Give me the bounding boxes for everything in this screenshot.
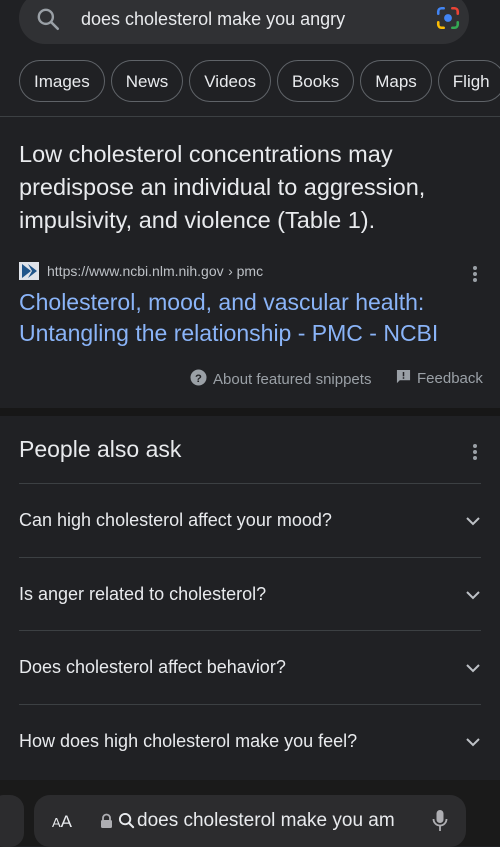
section-separator <box>0 408 500 416</box>
svg-text:?: ? <box>195 373 202 385</box>
question-text: Does cholesterol affect behavior? <box>19 657 286 677</box>
snippet-source[interactable]: https://www.ncbi.nlm.nih.gov › pmc <box>19 261 263 281</box>
address-text: does cholesterol make you am <box>137 810 395 831</box>
paa-question[interactable]: Can high cholesterol affect your mood? <box>19 484 481 557</box>
chevron-down-icon <box>466 737 480 746</box>
more-options-icon[interactable] <box>472 264 478 289</box>
paa-more-options-icon[interactable] <box>472 442 478 467</box>
reader-settings-button[interactable]: AA <box>52 812 72 832</box>
chevron-down-icon <box>466 663 480 672</box>
chevron-down-icon <box>466 590 480 599</box>
chevron-down-icon <box>466 516 480 525</box>
result-title-link[interactable]: Cholesterol, mood, and vascular health: … <box>19 287 481 349</box>
search-bar[interactable]: does cholesterol make you angry <box>19 0 469 44</box>
chip-images[interactable]: Images <box>19 60 105 102</box>
featured-snippet-text: Low cholesterol concentrations may predi… <box>19 141 426 233</box>
chip-flights[interactable]: Fligh <box>437 60 500 102</box>
help-icon: ? <box>190 369 207 390</box>
divider <box>0 116 500 117</box>
search-icon[interactable] <box>35 6 61 37</box>
source-path: › pmc <box>228 263 264 279</box>
ncbi-favicon-icon <box>19 261 39 281</box>
feedback-label: Feedback <box>417 370 483 387</box>
question-text: Can high cholesterol affect your mood? <box>19 510 332 530</box>
chip-videos[interactable]: Videos <box>189 60 271 102</box>
paa-question[interactable]: How does high cholesterol make you feel? <box>19 705 481 778</box>
search-icon <box>118 812 135 834</box>
paa-question[interactable]: Does cholesterol affect behavior? <box>19 631 481 704</box>
microphone-icon[interactable] <box>432 809 448 838</box>
chip-maps[interactable]: Maps <box>360 60 432 102</box>
about-featured-snippets[interactable]: ? About featured snippets <box>190 369 371 390</box>
question-text: How does high cholesterol make you feel? <box>19 731 358 751</box>
previous-tab-edge[interactable] <box>0 795 24 847</box>
filter-chips: Images News Videos Books Maps Fligh <box>19 60 500 104</box>
about-label: About featured snippets <box>213 371 372 388</box>
source-url: https://www.ncbi.nlm.nih.gov <box>47 263 224 279</box>
paa-question[interactable]: Is anger related to cholesterol? <box>19 558 481 631</box>
question-text: Is anger related to cholesterol? <box>19 584 267 604</box>
search-query[interactable]: does cholesterol make you angry <box>81 9 345 30</box>
feedback-icon <box>396 369 411 388</box>
chip-books[interactable]: Books <box>276 60 355 102</box>
address-bar[interactable]: AA does cholesterol make you am <box>34 795 466 847</box>
google-lens-icon[interactable] <box>435 5 461 36</box>
feedback-button[interactable]: Feedback <box>396 369 483 388</box>
chip-news[interactable]: News <box>110 60 184 102</box>
people-also-ask-title: People also ask <box>19 436 182 462</box>
lock-icon <box>100 813 113 834</box>
